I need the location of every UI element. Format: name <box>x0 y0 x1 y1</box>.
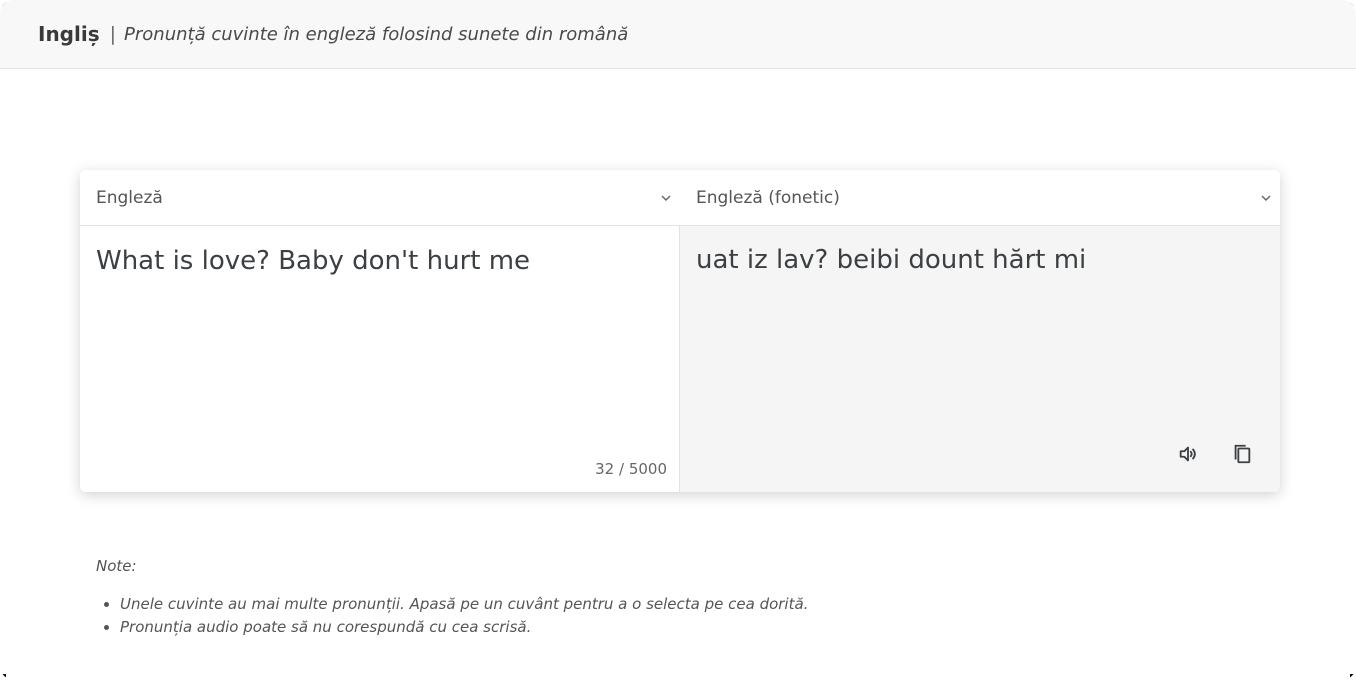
notes-list: Unele cuvinte au mai multe pronunții. Ap… <box>96 593 808 639</box>
target-language-select[interactable]: Engleză (fonetic) <box>680 170 1280 225</box>
note-item: Unele cuvinte au mai multe pronunții. Ap… <box>120 593 808 616</box>
copy-icon <box>1234 444 1251 464</box>
notes-section: Note: Unele cuvinte au mai multe pronunț… <box>96 557 808 639</box>
translator-card: Engleză Engleză (fonetic) What is love? … <box>80 170 1280 492</box>
notes-title: Note: <box>96 557 137 575</box>
language-bar: Engleză Engleză (fonetic) <box>80 170 1280 226</box>
note-item: Pronunția audio poate să nu corespundă c… <box>120 616 808 639</box>
source-text[interactable]: What is love? Baby don't hurt me <box>96 246 530 276</box>
source-text-area[interactable]: What is love? Baby don't hurt me 32 / 50… <box>80 226 680 492</box>
top-header: Ingliș | Pronunță cuvinte în engleză fol… <box>0 0 1356 69</box>
header-separator: | <box>109 23 117 45</box>
result-panel: uat iz lav? beibi dount hărt mi <box>680 226 1280 492</box>
copy-button[interactable] <box>1226 438 1258 470</box>
frame-corner <box>1350 674 1356 680</box>
frame-corner <box>0 674 6 680</box>
brand-logo[interactable]: Ingliș <box>38 22 100 46</box>
source-language-select[interactable]: Engleză <box>80 170 680 225</box>
source-language-label: Engleză <box>96 187 163 208</box>
page: Ingliș | Pronunță cuvinte în engleză fol… <box>0 0 1356 680</box>
chevron-down-icon <box>1261 194 1271 201</box>
header-tagline: Pronunță cuvinte în engleză folosind sun… <box>124 23 629 45</box>
character-counter: 32 / 5000 <box>595 460 667 478</box>
listen-button[interactable] <box>1172 438 1204 470</box>
phonetic-result-text[interactable]: uat iz lav? beibi dount hărt mi <box>696 245 1086 275</box>
target-language-label: Engleză (fonetic) <box>696 187 840 208</box>
chevron-down-icon <box>661 194 671 201</box>
speaker-icon <box>1179 446 1196 462</box>
